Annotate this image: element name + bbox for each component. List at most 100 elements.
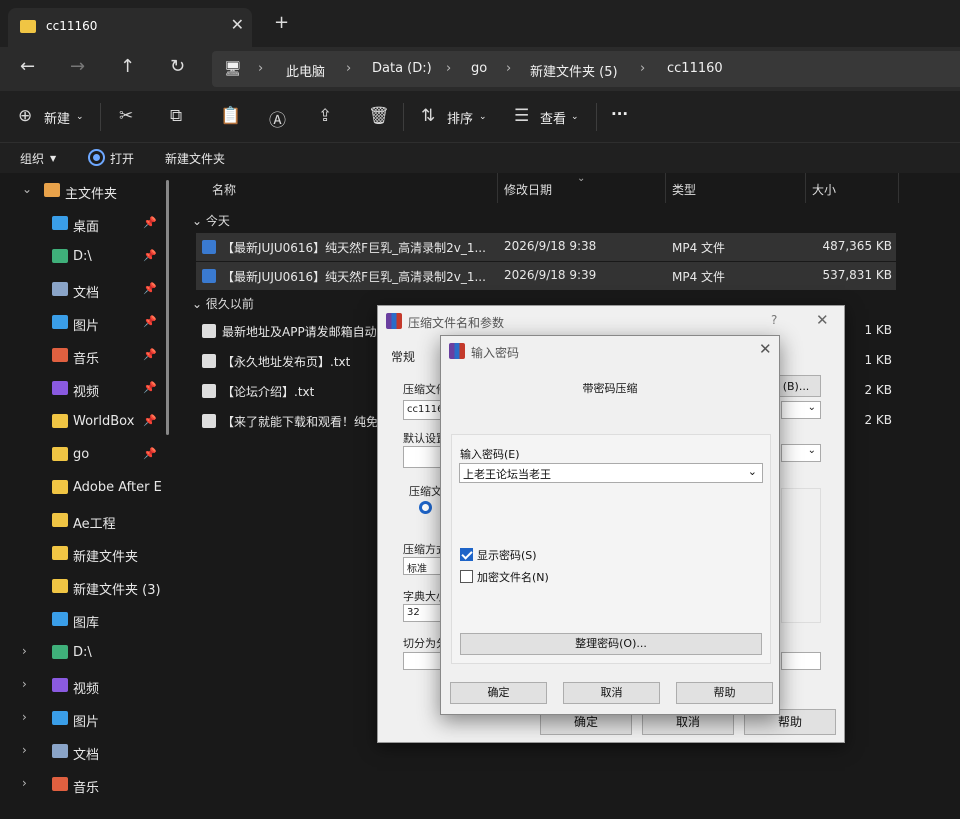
file-type: MP4 文件 — [672, 241, 726, 255]
archive-name-dropdown[interactable]: ⌄ — [781, 401, 821, 419]
new-button[interactable]: 新建 — [44, 108, 70, 127]
column-header-size[interactable]: 大小 — [812, 181, 836, 198]
sidebar-item[interactable]: D:\ 📌 — [0, 241, 180, 273]
music-icon — [52, 348, 68, 362]
sidebar-item[interactable]: WorldBox 📌 — [0, 406, 180, 438]
delete-icon[interactable]: 🗑 — [368, 106, 390, 126]
column-header-date[interactable]: 修改日期 — [504, 181, 552, 198]
sidebar-item[interactable]: › 视频 — [0, 670, 180, 702]
file-row[interactable]: 【最新JUJU0616】纯天然F巨乳_高清录制2v_1... 2026/9/18 … — [196, 233, 896, 261]
video-icon — [52, 678, 68, 692]
new-tab-button[interactable]: + — [274, 12, 289, 33]
file-size: 1 KB — [864, 353, 892, 367]
chevron-icon[interactable]: › — [22, 743, 27, 757]
dictionary-size-select[interactable]: 32 — [403, 604, 443, 622]
music-icon — [52, 777, 68, 791]
breadcrumb-item[interactable]: cc11160 — [667, 61, 723, 76]
sidebar-item[interactable]: 音乐 📌 — [0, 340, 180, 372]
archive-name-input[interactable]: cc1116 — [403, 400, 443, 420]
breadcrumb-item[interactable]: go — [471, 61, 487, 76]
picture-icon — [52, 711, 68, 725]
chevron-icon[interactable]: ⌄ — [22, 182, 32, 196]
more-options-button[interactable]: ··· — [611, 105, 628, 123]
chevron-down-icon: ⌄ — [479, 112, 487, 122]
sidebar-item[interactable]: Ae工程 — [0, 505, 180, 537]
tab-general[interactable]: 常规 — [391, 348, 415, 365]
profile-button[interactable] — [403, 446, 443, 468]
chevron-icon[interactable]: › — [22, 644, 27, 658]
close-tab-icon[interactable]: ✕ — [231, 15, 244, 34]
copy-icon[interactable]: ⧉ — [170, 106, 182, 126]
password-help-button[interactable]: 帮助 — [676, 682, 773, 704]
sidebar-item[interactable]: 桌面 📌 — [0, 208, 180, 240]
view-button[interactable]: 查看 — [540, 108, 566, 127]
close-icon[interactable]: ✕ — [816, 311, 829, 329]
file-size: 2 KB — [864, 383, 892, 397]
refresh-button[interactable]: ↻ — [170, 56, 185, 77]
rename-icon[interactable]: Ⓐ — [269, 106, 286, 131]
password-heading: 带密码压缩 — [582, 382, 638, 395]
organize-button[interactable]: 组织 — [20, 150, 44, 167]
help-icon[interactable]: ? — [771, 313, 777, 327]
share-icon[interactable]: ⇪ — [318, 106, 332, 126]
pin-icon: 📌 — [143, 249, 157, 262]
password-input[interactable]: 上老王论坛当老王 ⌄ — [459, 463, 763, 483]
sidebar-item-label: 文档 — [73, 286, 100, 301]
parameters-input[interactable] — [781, 652, 821, 670]
forward-button[interactable]: → — [70, 56, 85, 77]
column-header-type[interactable]: 类型 — [672, 181, 696, 198]
address-bar[interactable]: 🖥 › 此电脑 › Data (D:) › go › 新建文件夹 (5) › c… — [212, 51, 960, 87]
sidebar-item[interactable]: › D:\ — [0, 637, 180, 669]
format-radio[interactable] — [419, 501, 432, 514]
pin-icon: 📌 — [143, 381, 157, 394]
cut-icon[interactable]: ✂ — [119, 106, 133, 126]
sidebar-item-label: 文档 — [73, 748, 100, 763]
password-cancel-button[interactable]: 取消 — [563, 682, 660, 704]
sidebar-item[interactable]: › 图片 — [0, 703, 180, 735]
sidebar-item[interactable]: go 📌 — [0, 439, 180, 471]
open-button[interactable]: 打开 — [110, 150, 134, 167]
sidebar-item-label: 视频 — [73, 682, 100, 697]
computer-icon: 🖥 — [224, 61, 242, 77]
sidebar-item[interactable]: ⌄ 主文件夹 — [0, 175, 180, 207]
chevron-icon[interactable]: › — [22, 776, 27, 790]
organize-passwords-button[interactable]: 整理密码(O)... — [460, 633, 762, 655]
split-volumes-input[interactable] — [403, 652, 443, 670]
update-mode-dropdown[interactable]: ⌄ — [781, 444, 821, 462]
sidebar-item[interactable]: 新建文件夹 — [0, 538, 180, 570]
sidebar-item[interactable]: 新建文件夹 (3) — [0, 571, 180, 603]
download-icon — [52, 645, 68, 659]
sidebar-item[interactable]: 文档 📌 — [0, 274, 180, 306]
back-button[interactable]: ← — [20, 56, 35, 77]
sidebar-item[interactable]: 图片 📌 — [0, 307, 180, 339]
password-ok-button[interactable]: 确定 — [450, 682, 547, 704]
pin-icon: 📌 — [143, 315, 157, 328]
file-row[interactable]: 【最新JUJU0616】纯天然F巨乳_高清录制2v_1... 2026/9/18 … — [196, 262, 896, 290]
column-header-name[interactable]: 名称 — [212, 181, 236, 198]
chevron-icon[interactable]: › — [22, 710, 27, 724]
show-password-checkbox[interactable] — [460, 548, 473, 561]
view-icon: ☰ — [514, 106, 530, 126]
close-icon[interactable]: ✕ — [759, 340, 772, 358]
paste-icon[interactable]: 📋 — [220, 106, 241, 126]
encrypt-filenames-checkbox[interactable] — [460, 570, 473, 583]
compression-method-select[interactable]: 标准 — [403, 557, 443, 575]
up-button[interactable]: ↑ — [120, 56, 135, 77]
navigation-bar: ← → ↑ ↻ 🖥 › 此电脑 › Data (D:) › go › 新建文件夹… — [0, 47, 960, 91]
sidebar-scrollbar[interactable] — [166, 180, 169, 435]
tab-cc11160[interactable]: cc11160 ✕ — [8, 8, 252, 47]
breadcrumb-item[interactable]: Data (D:) — [372, 61, 432, 76]
sidebar-item[interactable]: › 文档 — [0, 736, 180, 768]
sidebar-item[interactable]: 图库 — [0, 604, 180, 636]
sidebar-item[interactable]: 视频 📌 — [0, 373, 180, 405]
group-header-today[interactable]: ⌄ 今天 — [192, 212, 230, 229]
chevron-icon[interactable]: › — [22, 677, 27, 691]
group-header-long-ago[interactable]: ⌄ 很久以前 — [192, 295, 254, 312]
breadcrumb-item[interactable]: 新建文件夹 (5) — [530, 61, 618, 80]
sort-button[interactable]: 排序 — [447, 108, 473, 127]
breadcrumb-item[interactable]: 此电脑 — [286, 61, 325, 80]
sidebar-item-label: 图片 — [73, 319, 100, 334]
sidebar-item[interactable]: › 音乐 — [0, 769, 180, 801]
sidebar-item[interactable]: Adobe After E — [0, 472, 180, 504]
new-folder-button[interactable]: 新建文件夹 — [165, 150, 225, 167]
